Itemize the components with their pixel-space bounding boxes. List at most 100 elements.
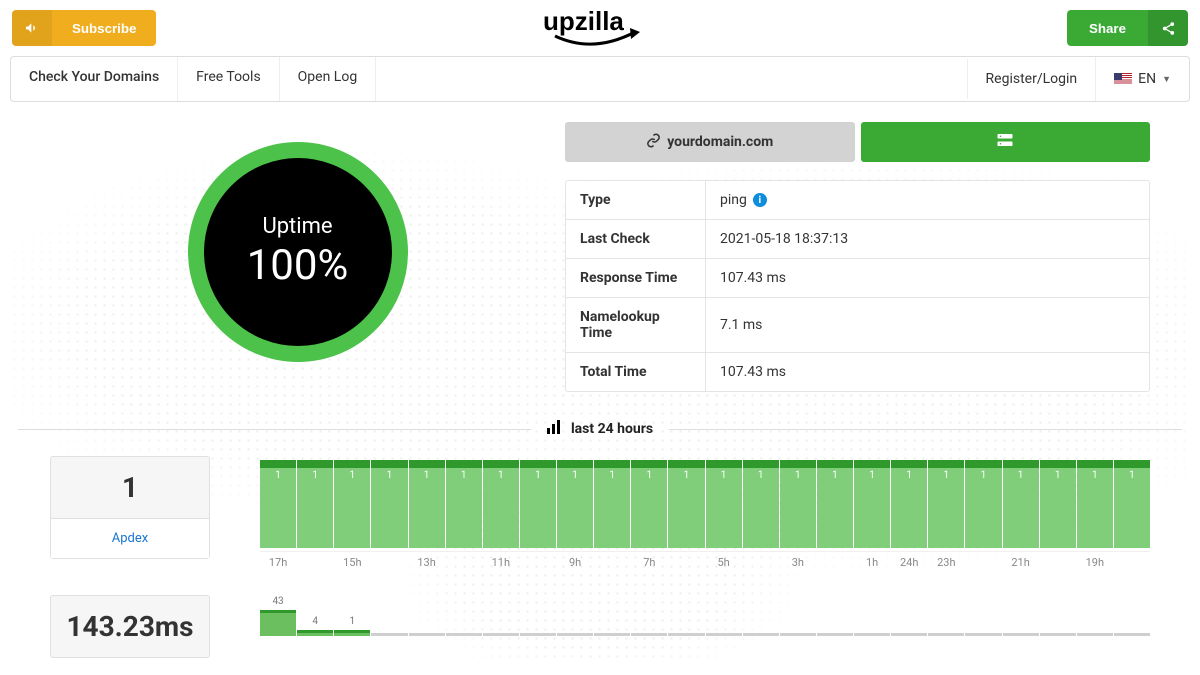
subscribe-button[interactable]: Subscribe [12, 10, 156, 46]
bar: 1 [334, 630, 370, 636]
bar: 1 [594, 460, 630, 548]
info-value: 107.43 ms [706, 259, 800, 297]
bar: 1 [817, 460, 853, 548]
apdex-label[interactable]: Apdex [51, 518, 209, 558]
info-label: Total Time [566, 353, 706, 391]
bar: 1 [965, 460, 1001, 548]
apdex-value: 1 [51, 457, 209, 518]
bar [520, 633, 556, 636]
info-value: 107.43 ms [706, 353, 800, 391]
share-button[interactable]: Share [1067, 10, 1188, 46]
bar: 1 [928, 460, 964, 548]
x-tick [817, 552, 853, 570]
x-tick: 21h [1003, 552, 1039, 570]
bar: 1 [409, 460, 445, 548]
info-label: Last Check [566, 220, 706, 258]
x-tick: 24h [891, 552, 927, 570]
bar: 1 [371, 460, 407, 548]
bar: 1 [1077, 460, 1113, 548]
x-tick: 19h [1077, 552, 1113, 570]
x-tick: 5h [706, 552, 742, 570]
x-tick [743, 552, 779, 570]
info-value: 7.1 ms [706, 298, 776, 352]
bar-chart-icon [547, 420, 563, 438]
subscribe-label: Subscribe [52, 21, 156, 36]
language-selector[interactable]: EN ▼ [1095, 57, 1189, 101]
bar [891, 633, 927, 636]
bar [668, 633, 704, 636]
bar [743, 633, 779, 636]
bar [854, 633, 890, 636]
bar: 1 [891, 460, 927, 548]
bar [409, 633, 445, 636]
x-tick [297, 552, 333, 570]
x-tick: 15h [334, 552, 370, 570]
bar: 1 [668, 460, 704, 548]
bar: 1 [446, 460, 482, 548]
nav-open-log[interactable]: Open Log [280, 57, 377, 101]
x-tick: 17h [260, 552, 296, 570]
nav-check-domains[interactable]: Check Your Domains [11, 57, 178, 101]
info-label: Type [566, 181, 706, 219]
megaphone-icon [12, 10, 52, 46]
x-tick [371, 552, 407, 570]
bar: 1 [557, 460, 593, 548]
x-tick [520, 552, 556, 570]
bar: 1 [260, 460, 296, 548]
x-tick [446, 552, 482, 570]
info-icon[interactable]: i [753, 193, 767, 207]
bar: 1 [1040, 460, 1076, 548]
bar [631, 633, 667, 636]
info-label: Response Time [566, 259, 706, 297]
share-label: Share [1067, 21, 1148, 36]
x-tick: 23h [928, 552, 964, 570]
bar: 43 [260, 610, 296, 636]
x-tick: 13h [409, 552, 445, 570]
x-tick: 9h [557, 552, 593, 570]
svg-text:upzilla: upzilla [543, 6, 624, 36]
bar: 1 [780, 460, 816, 548]
x-tick: 1h [854, 552, 890, 570]
bar [483, 633, 519, 636]
x-tick [594, 552, 630, 570]
section-title: last 24 hours [571, 421, 653, 437]
bar: 1 [1114, 460, 1150, 548]
server-icon [996, 132, 1014, 152]
bar: 1 [1003, 460, 1039, 548]
uptime-gauge: Uptime 100% [188, 142, 408, 362]
bar: 1 [334, 460, 370, 548]
x-tick: 7h [631, 552, 667, 570]
tab-domain-label: yourdomain.com [667, 134, 773, 150]
nav-register-login[interactable]: Register/Login [967, 59, 1096, 99]
bar [371, 633, 407, 636]
bar: 4 [297, 630, 333, 636]
navbar: Check Your Domains Free Tools Open Log R… [10, 56, 1190, 102]
apdex-bar-chart: 111111111111111111111111 [260, 456, 1150, 548]
x-tick: 3h [780, 552, 816, 570]
bar: 1 [854, 460, 890, 548]
share-icon [1148, 10, 1188, 46]
bar: 1 [297, 460, 333, 548]
bar [1114, 633, 1150, 636]
bar [965, 633, 1001, 636]
info-table: TypepingiLast Check2021-05-18 18:37:13Re… [565, 180, 1150, 392]
tab-domain[interactable]: yourdomain.com [565, 122, 855, 162]
uptime-label: Uptime [262, 214, 332, 239]
bar [1003, 633, 1039, 636]
bar: 1 [706, 460, 742, 548]
latency-value: 143.23ms [51, 596, 209, 657]
nav-free-tools[interactable]: Free Tools [178, 57, 280, 101]
apdex-card: 1 Apdex [50, 456, 210, 559]
uptime-value: 100% [247, 241, 349, 290]
tab-server[interactable] [861, 122, 1151, 162]
bar [1077, 633, 1113, 636]
language-code: EN [1138, 71, 1156, 87]
bar [780, 633, 816, 636]
info-value: pingi [706, 181, 781, 219]
bar [1040, 633, 1076, 636]
bar [594, 633, 630, 636]
x-tick: 11h [483, 552, 519, 570]
bar [928, 633, 964, 636]
info-label: Namelookup Time [566, 298, 706, 352]
bar: 1 [483, 460, 519, 548]
